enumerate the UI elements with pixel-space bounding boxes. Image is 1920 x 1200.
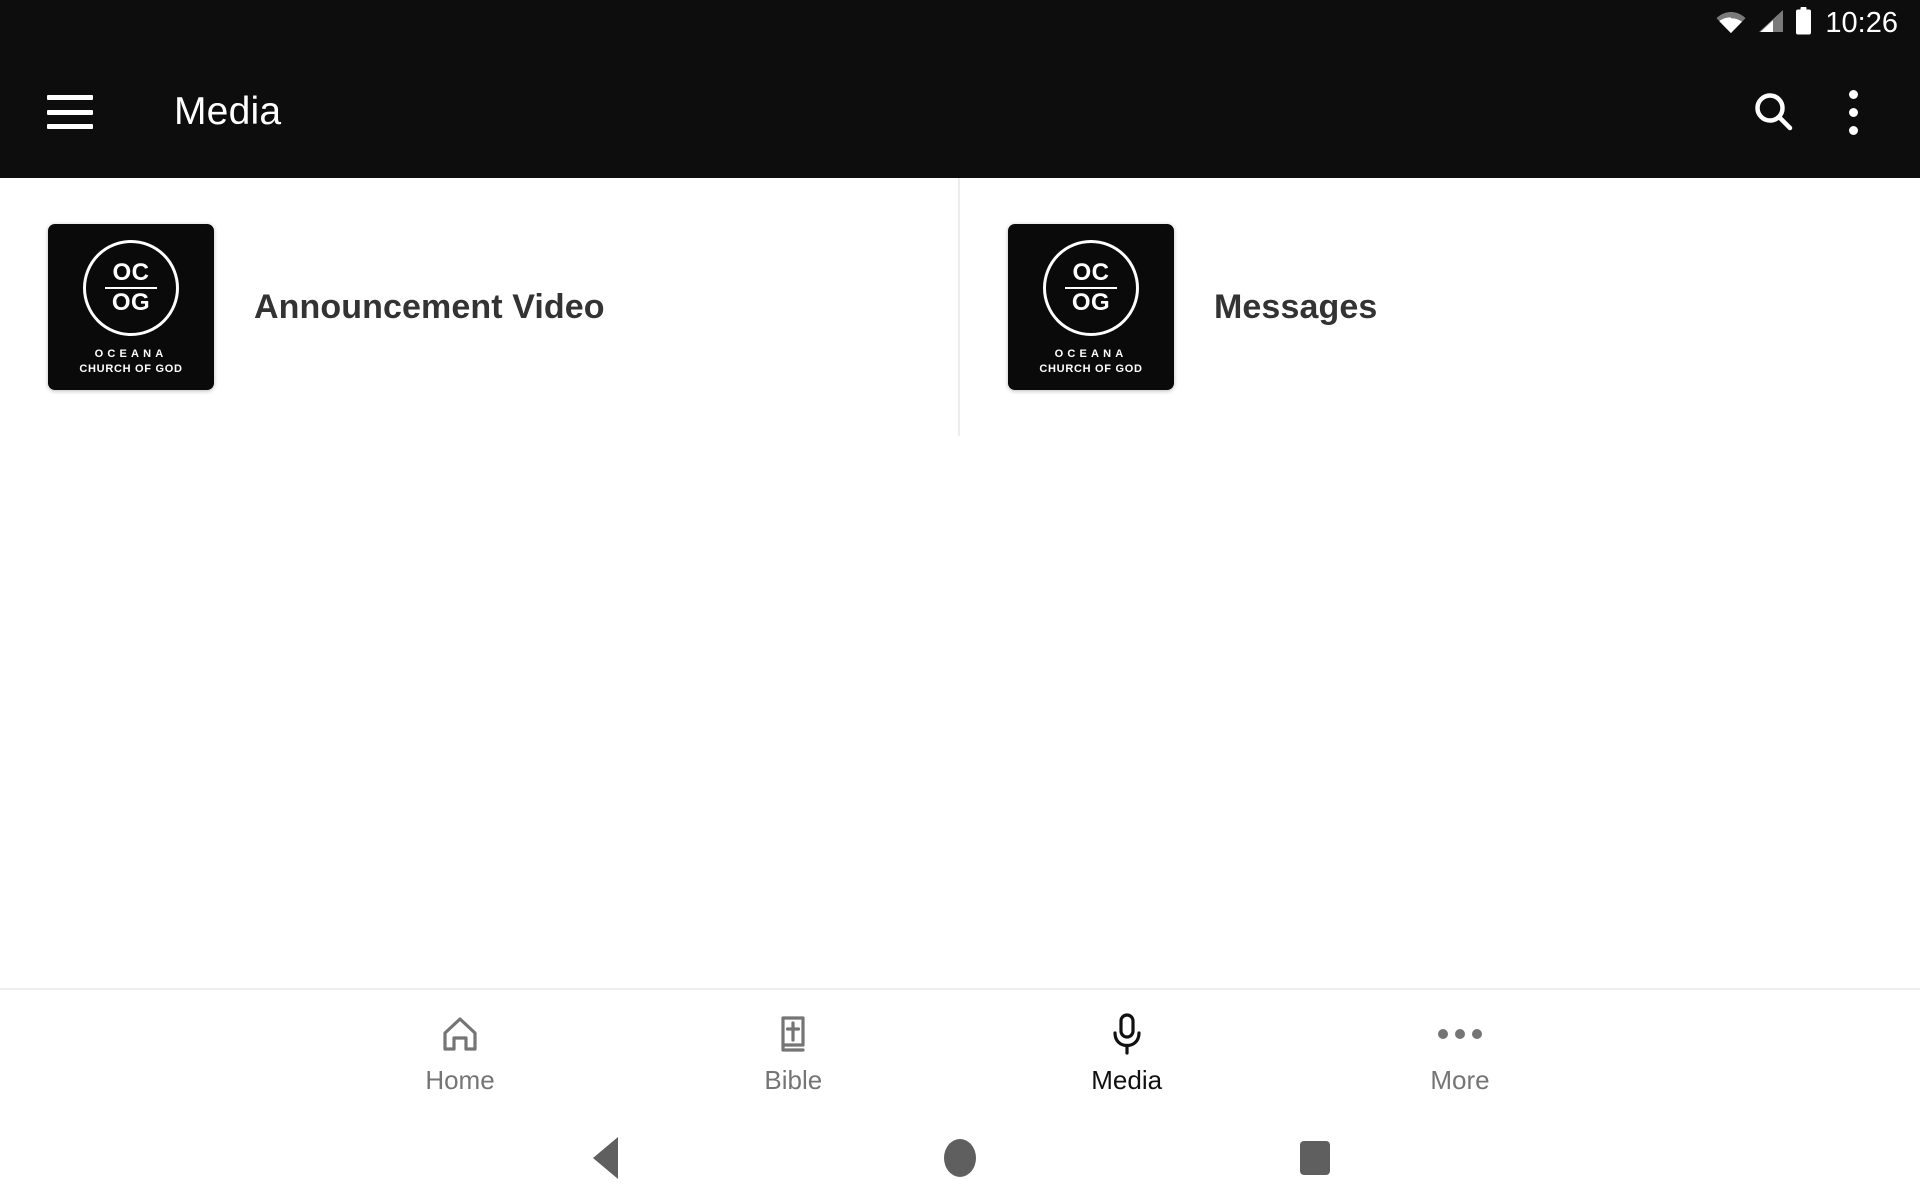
- logo-org-subtitle: CHURCH OF GOD: [1039, 363, 1143, 375]
- wifi-icon: [1716, 9, 1746, 38]
- overflow-dot: [1849, 107, 1858, 117]
- ocog-logo-thumbnail: OC OG OCEANA CHURCH OF GOD: [48, 224, 214, 390]
- bible-book-icon: [771, 1011, 815, 1057]
- microphone-icon: [1105, 1011, 1149, 1057]
- hamburger-bar: [47, 124, 93, 129]
- media-item-label: Messages: [1214, 287, 1378, 326]
- more-dots-group: [1437, 1028, 1482, 1039]
- back-triangle-icon[interactable]: [560, 1137, 650, 1179]
- tab-label: More: [1430, 1064, 1490, 1095]
- hamburger-bar: [47, 109, 93, 115]
- logo-org-name: OCEANA: [1054, 348, 1128, 360]
- media-item-messages[interactable]: OC OG OCEANA CHURCH OF GOD Messages: [960, 178, 1920, 436]
- status-clock: 10:26: [1825, 6, 1898, 39]
- back-glyph: [592, 1137, 618, 1179]
- logo-line-1: OC: [112, 258, 150, 286]
- tab-media[interactable]: Media: [1007, 1011, 1247, 1096]
- logo-line-2: OG: [1071, 289, 1111, 316]
- bottom-tab-bar: Home Bible Media More: [0, 988, 1920, 1116]
- recents-square-icon[interactable]: [1270, 1141, 1360, 1175]
- more-dot: [1454, 1028, 1465, 1039]
- logo-circle: OC OG: [83, 240, 179, 336]
- media-item-label: Announcement Video: [254, 287, 605, 326]
- android-status-bar: 10:26: [0, 0, 1920, 46]
- ocog-logo: OC OG OCEANA CHURCH OF GOD: [1008, 240, 1174, 375]
- tab-bible[interactable]: Bible: [673, 1011, 913, 1096]
- more-dots-icon: [1437, 1011, 1482, 1057]
- home-circle-icon[interactable]: [915, 1139, 1005, 1177]
- logo-org-name: OCEANA: [94, 348, 168, 360]
- app-bar: Media: [0, 46, 1920, 178]
- home-glyph: [944, 1139, 976, 1177]
- page-title: Media: [174, 90, 282, 133]
- search-icon[interactable]: [1751, 89, 1797, 135]
- app-bar-actions: [1751, 89, 1858, 135]
- logo-circle: OC OG: [1043, 240, 1139, 336]
- house-icon: [438, 1011, 482, 1057]
- more-dot: [1437, 1028, 1448, 1039]
- cellular-signal-icon: [1757, 9, 1784, 38]
- recents-glyph: [1300, 1141, 1330, 1175]
- app-screen: 10:26 Media OC OG OCEANA CHURCH OF GOD A…: [0, 0, 1920, 1200]
- tab-label: Home: [425, 1064, 495, 1095]
- overflow-dot: [1849, 125, 1858, 135]
- logo-line-2: OG: [111, 289, 151, 316]
- hamburger-menu-icon[interactable]: [47, 95, 93, 129]
- hamburger-bar: [47, 95, 93, 100]
- tab-more[interactable]: More: [1340, 1011, 1580, 1096]
- tab-label: Bible: [764, 1064, 823, 1095]
- logo-org-subtitle: CHURCH OF GOD: [79, 363, 183, 375]
- tab-label: Media: [1091, 1064, 1163, 1095]
- ocog-logo: OC OG OCEANA CHURCH OF GOD: [48, 240, 214, 375]
- more-dot: [1471, 1028, 1482, 1039]
- battery-icon: [1795, 6, 1812, 40]
- overflow-dot: [1849, 89, 1858, 99]
- status-icon-group: [1716, 6, 1812, 40]
- overflow-menu-icon[interactable]: [1849, 89, 1858, 135]
- ocog-logo-thumbnail: OC OG OCEANA CHURCH OF GOD: [1008, 224, 1174, 390]
- tab-items: Home Bible Media More: [340, 1011, 1580, 1096]
- android-navigation-bar: [0, 1116, 1920, 1200]
- media-item-announcement-video[interactable]: OC OG OCEANA CHURCH OF GOD Announcement …: [0, 178, 960, 436]
- media-row: OC OG OCEANA CHURCH OF GOD Announcement …: [0, 178, 1920, 436]
- tab-home[interactable]: Home: [340, 1011, 580, 1096]
- nav-items: [560, 1137, 1360, 1179]
- media-list: OC OG OCEANA CHURCH OF GOD Announcement …: [0, 178, 1920, 988]
- logo-line-1: OC: [1072, 258, 1110, 286]
